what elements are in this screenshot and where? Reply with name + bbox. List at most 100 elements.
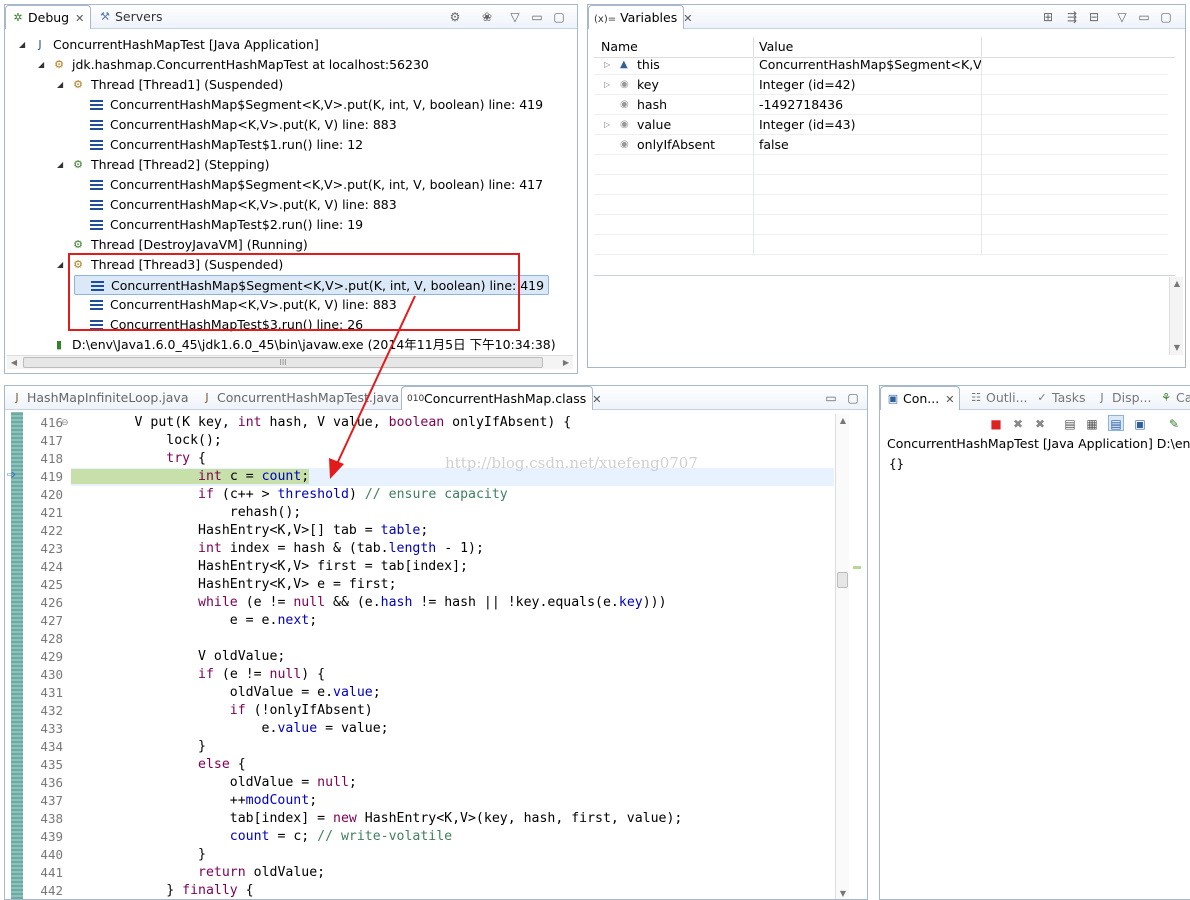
maximize-icon[interactable]: ▢ (1158, 9, 1174, 25)
view-menu-chevron-icon[interactable]: ▽ (1114, 9, 1130, 25)
tree-item[interactable]: ⚙ Thread [DestroyJavaVM] (Running) (55, 235, 312, 255)
remove-launch-icon[interactable]: ✖ (1010, 416, 1026, 432)
expand-triangle-icon[interactable]: ◢ (19, 35, 29, 55)
scroll-down-icon[interactable]: ▼ (836, 887, 850, 899)
name-cell (594, 235, 754, 255)
scroll-lock-icon[interactable]: ▦ (1084, 416, 1100, 432)
scroll-down-icon[interactable]: ▼ (1170, 341, 1184, 355)
stack-frame-icon (90, 100, 103, 110)
minimize-icon[interactable]: ▭ (529, 9, 545, 25)
code-token: { (190, 451, 206, 466)
tree-item[interactable]: ▮ D:\env\Java1.6.0_45\jdk1.6.0_45\bin\jav… (36, 335, 560, 355)
variable-row[interactable]: ◉ hash -1492718436 (594, 95, 1168, 115)
maximize-icon[interactable]: ▢ (551, 9, 567, 25)
tab-console[interactable]: ▣ Con... ✕ (880, 386, 960, 410)
tab-variables[interactable]: (x)= Variables ✕ (588, 5, 692, 29)
variable-row[interactable]: ◉ onlyIfAbsent false (594, 135, 1168, 155)
code-line: HashEntry<K,V> first = tab[index]; (71, 558, 468, 576)
tab-tasks[interactable]: ✓ Tasks (1030, 386, 1088, 410)
code-token: ++ (71, 793, 246, 808)
line-number: 434 (40, 739, 63, 754)
scroll-left-icon[interactable]: ◀ (7, 356, 21, 370)
tab-hashmapinfiniteloop[interactable]: J HashMapInfiniteLoop.java (5, 386, 193, 410)
display-icon: J (1100, 391, 1104, 404)
console-output[interactable]: {} (889, 456, 904, 471)
show-type-names-icon[interactable]: ⊞ (1040, 9, 1056, 25)
suspend-icon[interactable]: ❀ (479, 9, 495, 25)
name-cell: ▷ ◉ key (594, 75, 754, 95)
close-icon[interactable]: ✕ (75, 12, 88, 25)
show-console-icon[interactable]: ▤ (1108, 415, 1124, 431)
column-header-name[interactable]: Name (594, 37, 754, 57)
expand-triangle-icon[interactable]: ▷ (604, 75, 610, 95)
line-number: 436 (40, 775, 63, 790)
minimize-icon[interactable]: ▭ (1136, 9, 1152, 25)
terminate-icon[interactable]: ■ (988, 416, 1004, 432)
expand-triangle-icon[interactable]: ▷ (604, 115, 610, 135)
show-logical-structure-icon[interactable]: ⇶ (1064, 9, 1080, 25)
name-cell (594, 215, 754, 235)
line-number: 440 (40, 847, 63, 862)
expand-triangle-icon[interactable]: ◢ (38, 55, 48, 75)
remove-all-terminated-icon[interactable]: ✖ (1032, 416, 1048, 432)
code-token: int (198, 469, 222, 484)
detail-vscrollbar[interactable]: ▲ ▼ (1169, 277, 1183, 355)
expand-triangle-icon[interactable]: ▷ (604, 55, 610, 75)
tree-item[interactable]: ◢ ⚙ jdk.hashmap.ConcurrentHashMapTest at l… (36, 55, 433, 75)
expand-triangle-icon[interactable]: ◢ (57, 75, 67, 95)
scroll-right-icon[interactable]: ▶ (559, 356, 573, 370)
minimize-icon[interactable]: ▭ (823, 390, 839, 406)
code-line: ++modCount; (71, 792, 317, 810)
scroll-up-icon[interactable]: ▲ (1170, 277, 1184, 291)
expand-triangle-icon[interactable]: ◢ (57, 255, 67, 275)
code-token: else (198, 757, 230, 772)
tab-outline[interactable]: ☷ Outli... (964, 386, 1028, 410)
scroll-thumb[interactable]: III (23, 357, 543, 368)
tree-item[interactable]: ConcurrentHashMapTest$1.run() line: 12 (74, 135, 367, 155)
scroll-up-icon[interactable]: ▲ (836, 414, 850, 428)
fold-collapse-icon[interactable]: ⊖ (61, 414, 69, 432)
maximize-icon[interactable]: ▢ (845, 390, 861, 406)
collapse-all-icon[interactable]: ⊟ (1086, 9, 1102, 25)
close-icon[interactable]: ✕ (945, 393, 958, 406)
code-token: ))) (642, 595, 667, 610)
close-icon[interactable]: ✕ (592, 393, 605, 406)
scroll-thumb[interactable] (837, 572, 848, 588)
close-icon[interactable]: ✕ (683, 12, 696, 25)
code-token: null (293, 595, 326, 610)
tab-debug[interactable]: ✲ Debug ✕ (5, 5, 91, 29)
pin-console-icon[interactable]: ✎ (1166, 416, 1182, 432)
debug-view: ✲ Debug ✕ ⚒ Servers ⚙ ❀ ▽ ▭ ▢ ◢ J Concurren… (4, 4, 578, 374)
tree-item[interactable]: ConcurrentHashMapTest$2.run() line: 19 (74, 215, 367, 235)
tab-call-hierarchy[interactable]: ⚘ Cal (1154, 386, 1190, 410)
tab-concurrenthashmaptest[interactable]: J ConcurrentHashMapTest.java (195, 386, 399, 410)
variable-row[interactable]: ▷ ◉ key Integer (id=42) (594, 75, 1168, 95)
tab-servers[interactable]: ⚒ Servers (93, 5, 183, 29)
tree-item[interactable]: ConcurrentHashMap<K,V>.put(K, V) line: 8… (74, 195, 401, 215)
expand-triangle-icon[interactable]: ◢ (57, 155, 67, 175)
tree-item[interactable]: ◢ J ConcurrentHashMapTest [Java Applicatio… (17, 35, 323, 55)
variable-row[interactable]: ▷ ▲ this ConcurrentHashMap$Segment<K,V... (594, 55, 1168, 75)
editor-vscrollbar[interactable]: ▲ ▼ (835, 414, 850, 899)
editor-view: J HashMapInfiniteLoop.java J ConcurrentH… (4, 385, 868, 900)
tree-item[interactable]: ◢ ⚙ Thread [Thread1] (Suspended) (55, 75, 287, 95)
console-tabbar: ▣ Con... ✕ ☷ Outli... ✓ Tasks J Disp... ⚘… (880, 386, 1190, 410)
code-area[interactable]: 416 ⊖ V put(K key, int hash, V value, boo… (5, 414, 834, 899)
tree-item[interactable]: ◢ ⚙ Thread [Thread2] (Stepping) (55, 155, 274, 175)
variable-name: this (637, 57, 660, 72)
view-menu-chevron-icon[interactable]: ▽ (507, 9, 523, 25)
debug-hscrollbar[interactable]: ◀ III ▶ (7, 355, 573, 369)
column-header-value[interactable]: Value (754, 37, 982, 57)
clear-console-icon[interactable]: ▤ (1062, 416, 1078, 432)
remove-terminated-icon[interactable]: ⚙ (447, 9, 463, 25)
code-line: HashEntry<K,V> e = first; (71, 576, 397, 594)
tree-item[interactable]: ConcurrentHashMap$Segment<K,V>.put(K, in… (74, 95, 547, 115)
tree-item[interactable]: ConcurrentHashMap<K,V>.put(K, V) line: 8… (74, 115, 401, 135)
display-selected-console-icon[interactable]: ▣ (1132, 416, 1148, 432)
tab-display[interactable]: J Disp... (1090, 386, 1152, 410)
variable-row[interactable]: ▷ ◉ value Integer (id=43) (594, 115, 1168, 135)
tree-item[interactable]: ConcurrentHashMap$Segment<K,V>.put(K, in… (74, 175, 547, 195)
tab-concurrenthashmap-class[interactable]: 010 ConcurrentHashMap.class ✕ (401, 386, 602, 410)
value-cell: Integer (id=43) (754, 115, 982, 135)
